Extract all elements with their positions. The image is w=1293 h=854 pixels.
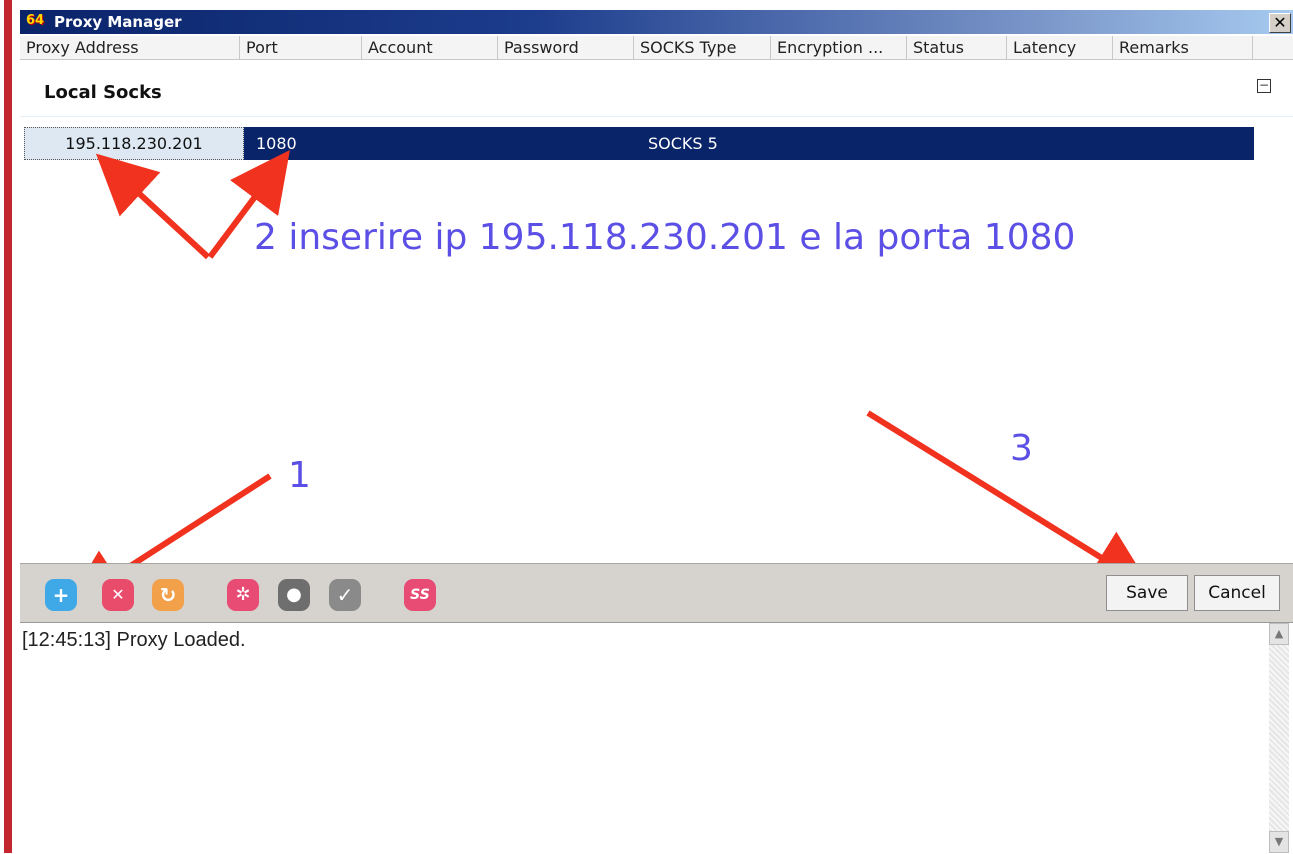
column-header: Proxy Address Port Account Password SOCK…: [20, 36, 1293, 60]
cancel-button[interactable]: Cancel: [1194, 575, 1280, 611]
column-socks-type[interactable]: SOCKS Type: [634, 36, 771, 59]
group-label[interactable]: Local Socks: [44, 82, 162, 103]
settings-icon[interactable]: ✲: [227, 579, 259, 611]
group-row: [20, 80, 1293, 117]
column-remarks[interactable]: Remarks: [1113, 36, 1253, 59]
red-border: [4, 0, 12, 853]
annotation-step2: 2 inserire ip 195.118.230.201 e la porta…: [254, 217, 1076, 258]
column-proxy-address[interactable]: Proxy Address: [20, 36, 240, 59]
cell-port[interactable]: 1080: [256, 127, 297, 160]
remove-icon[interactable]: ✕: [102, 579, 134, 611]
annotation-step3: 3: [1010, 428, 1033, 469]
table-row[interactable]: 195.118.230.201 1080 SOCKS 5: [24, 127, 1254, 160]
add-icon[interactable]: +: [45, 579, 77, 611]
log-line: [12:45:13] Proxy Loaded.: [22, 629, 246, 651]
check-icon[interactable]: ✓: [329, 579, 361, 611]
title-bar[interactable]: 64 Proxy Manager ✕: [20, 10, 1293, 34]
refresh-icon[interactable]: ↻: [152, 579, 184, 611]
proxy-manager-window: 64 Proxy Manager ✕ Proxy Address Port Ac…: [20, 10, 1293, 854]
log-scrollbar[interactable]: ▲ ▼: [1269, 623, 1289, 853]
white-edge: [12, 0, 20, 853]
column-status[interactable]: Status: [907, 36, 1007, 59]
scroll-down-button[interactable]: ▼: [1269, 831, 1289, 853]
cell-socks-type[interactable]: SOCKS 5: [648, 127, 718, 160]
cell-proxy-address[interactable]: 195.118.230.201: [24, 127, 244, 160]
window-title: Proxy Manager: [54, 13, 182, 31]
ss-icon[interactable]: SS: [404, 579, 436, 611]
annotation-step1: 1: [288, 455, 311, 496]
window-edge: [0, 0, 20, 853]
collapse-icon[interactable]: −: [1257, 79, 1271, 93]
column-latency[interactable]: Latency: [1007, 36, 1113, 59]
column-port[interactable]: Port: [240, 36, 362, 59]
app-logo-icon: 64: [26, 13, 45, 28]
save-button[interactable]: Save: [1106, 575, 1188, 611]
close-button[interactable]: ✕: [1269, 13, 1291, 33]
bulb-icon[interactable]: ●: [278, 579, 310, 611]
arrow-to-save: [866, 410, 1152, 589]
log-panel: [12:45:13] Proxy Loaded.: [20, 622, 1293, 854]
column-password[interactable]: Password: [498, 36, 634, 59]
scroll-up-button[interactable]: ▲: [1269, 623, 1289, 645]
toolbar: + ✕ ↻ ✲ ● ✓ SS Save Cancel: [20, 563, 1293, 622]
arrow-to-ip: [95, 153, 211, 260]
column-account[interactable]: Account: [362, 36, 498, 59]
column-encryption[interactable]: Encryption ...: [771, 36, 907, 59]
